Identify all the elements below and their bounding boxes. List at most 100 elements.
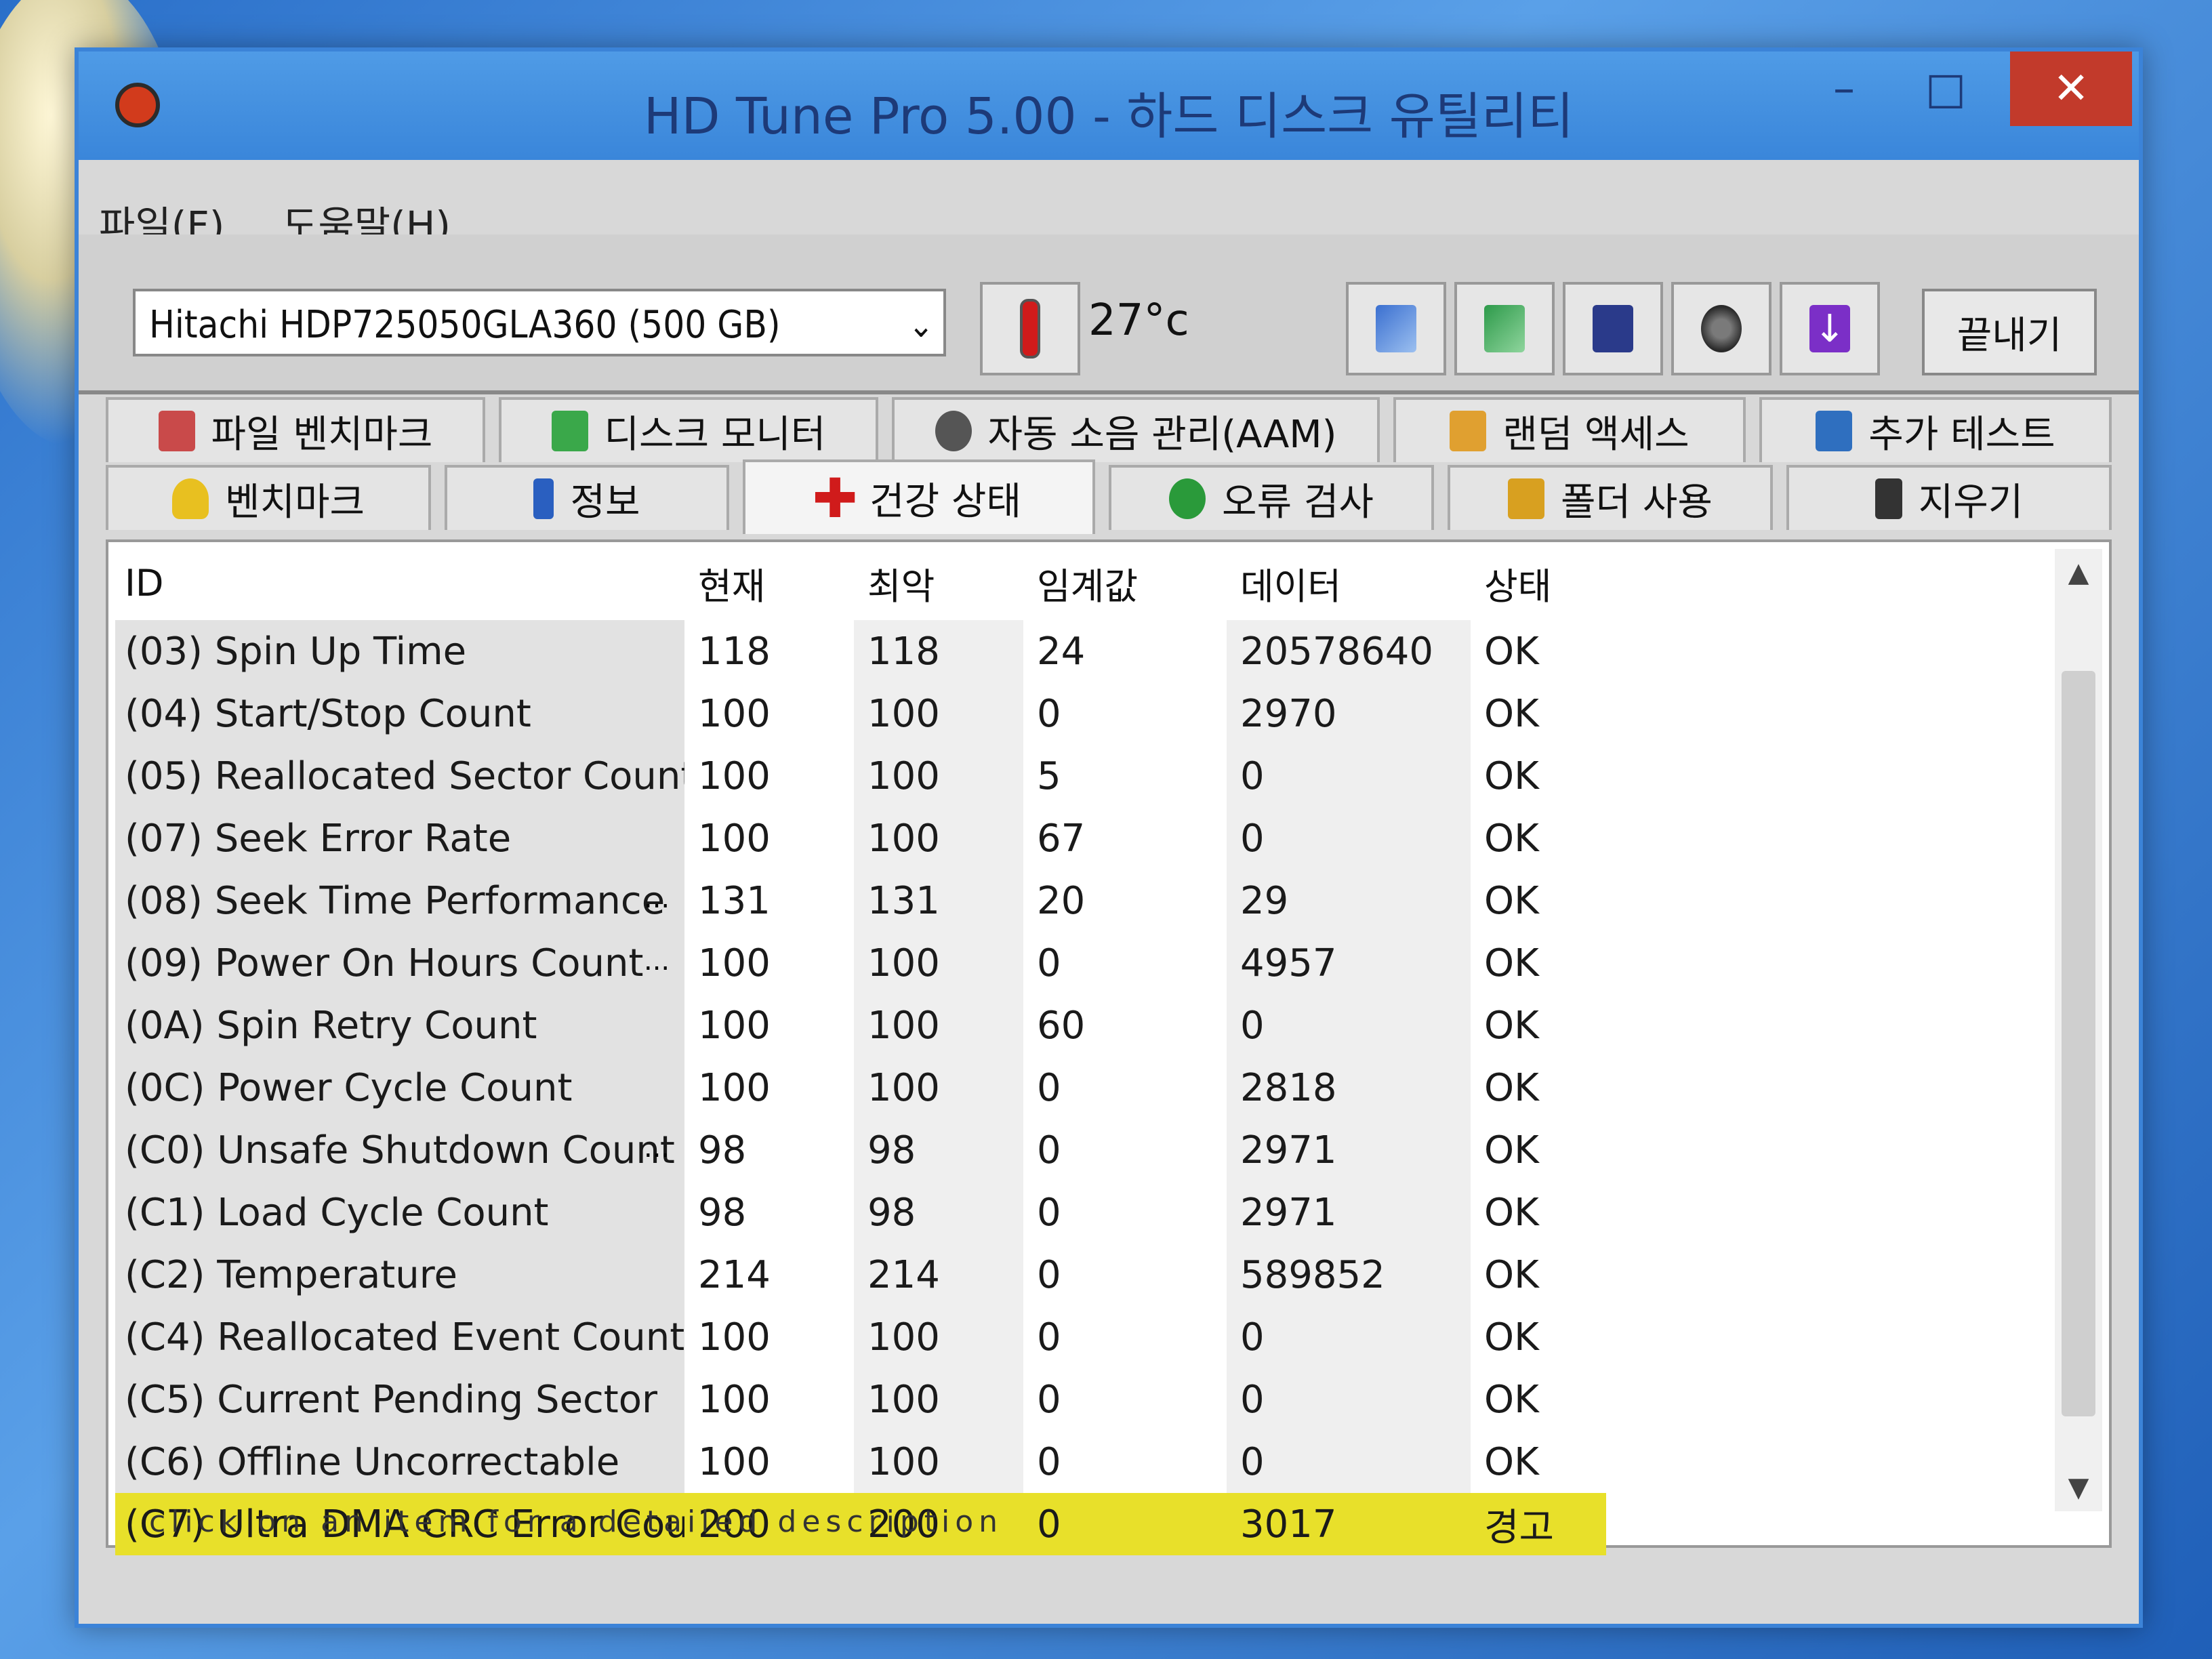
cell-id: (C4) Reallocated Event Count <box>115 1306 684 1368</box>
cell-status: OK <box>1484 1003 1539 1048</box>
table-row[interactable]: (C0) Unsafe Shutdown Count 98 98 0 2971 OK... <box>115 1119 2041 1181</box>
temperature-button[interactable] <box>980 282 1080 375</box>
cell-id: (C0) Unsafe Shutdown Count <box>115 1119 684 1181</box>
table-row[interactable]: (0A) Spin Retry Count 100 100 60 0 OK <box>115 994 2041 1057</box>
cell-current: 100 <box>698 691 771 736</box>
cell-id: (C5) Current Pending Sector <box>115 1368 684 1431</box>
tab-extra-tests[interactable]: 추가 테스트 <box>1759 397 2112 462</box>
tab-health[interactable]: ✚ 건강 상태 <box>743 459 1095 534</box>
table-row[interactable]: (04) Start/Stop Count 100 100 0 2970 OK <box>115 682 2041 745</box>
table-row[interactable]: (0C) Power Cycle Count 100 100 0 2818 OK <box>115 1057 2041 1119</box>
cell-threshold: 67 <box>1037 816 1086 861</box>
table-row[interactable]: (08) Seek Time Performance 131 131 20 29 OK..… <box>115 869 2041 932</box>
tab-label: 추가 테스트 <box>1868 412 2055 457</box>
table-row[interactable]: (C1) Load Cycle Count 98 98 0 2971 OK <box>115 1181 2041 1244</box>
cell-status: OK <box>1484 1439 1539 1484</box>
cell-threshold: 5 <box>1037 754 1061 798</box>
cell-data: 0 <box>1227 745 1471 807</box>
table-row[interactable]: (07) Seek Error Rate 100 100 67 0 OK <box>115 807 2041 869</box>
cell-threshold: 0 <box>1037 1190 1061 1235</box>
vertical-scrollbar[interactable]: ▲ ▼ <box>2055 549 2102 1511</box>
header-worst[interactable]: 최악 <box>867 549 935 617</box>
thermometer-icon <box>1020 299 1040 359</box>
tab-label: 폴더 사용 <box>1561 480 1713 525</box>
header-id[interactable]: ID <box>125 549 164 617</box>
scroll-thumb[interactable] <box>2062 671 2095 1416</box>
minimize-button[interactable]: – <box>1793 52 1895 126</box>
cell-worst: 100 <box>854 1368 1023 1431</box>
cell-data: 2970 <box>1227 682 1471 745</box>
save-button[interactable] <box>1563 282 1663 375</box>
scroll-down-icon[interactable]: ▼ <box>2055 1464 2102 1511</box>
cell-current: 100 <box>698 1003 771 1048</box>
tab-benchmark[interactable]: 벤치마크 <box>106 465 431 530</box>
close-button[interactable]: ✕ <box>2010 52 2132 126</box>
table-row[interactable]: (C5) Current Pending Sector 100 100 0 0 OK <box>115 1368 2041 1431</box>
cell-worst: 131 <box>854 869 1023 932</box>
cell-data: 0 <box>1227 807 1471 869</box>
tab-error-scan[interactable]: 오류 검사 <box>1109 465 1434 530</box>
cell-data: 2971 <box>1227 1119 1471 1181</box>
cell-threshold: 0 <box>1037 1377 1061 1422</box>
header-current[interactable]: 현재 <box>698 549 765 617</box>
cell-worst: 214 <box>854 1244 1023 1306</box>
tab-disk-monitor[interactable]: 디스크 모니터 <box>499 397 878 462</box>
header-data[interactable]: 데이터 <box>1240 549 1341 617</box>
options-button[interactable] <box>1671 282 1771 375</box>
cell-data: 589852 <box>1227 1244 1471 1306</box>
copy-screen-button[interactable] <box>1454 282 1555 375</box>
cell-status: OK <box>1484 1065 1539 1110</box>
table-row[interactable]: (C2) Temperature 214 214 0 589852 OK <box>115 1244 2041 1306</box>
download-button[interactable]: ↓ <box>1780 282 1880 375</box>
header-status[interactable]: 상태 <box>1484 549 1551 617</box>
cell-worst: 100 <box>854 682 1023 745</box>
info-icon <box>533 478 554 519</box>
table-row[interactable]: (09) Power On Hours Count 100 100 0 4957 OK..… <box>115 932 2041 994</box>
extra-tests-icon <box>1816 411 1853 451</box>
cell-status: OK <box>1484 878 1539 923</box>
copy-info-button[interactable] <box>1346 282 1446 375</box>
tab-label: 파일 벤치마크 <box>211 412 433 457</box>
cell-id: (0C) Power Cycle Count <box>115 1057 684 1119</box>
tab-label: 오류 검사 <box>1222 480 1374 525</box>
maximize-button[interactable]: □ <box>1895 52 1996 126</box>
cell-current: 100 <box>698 816 771 861</box>
cell-status: OK <box>1484 1128 1539 1172</box>
cell-worst: 98 <box>854 1181 1023 1244</box>
tab-info[interactable]: 정보 <box>445 465 729 530</box>
table-row[interactable]: (03) Spin Up Time 118 118 24 20578640 OK <box>115 620 2041 682</box>
menu-bar: 파일(F) 도움말(H) <box>79 160 2139 249</box>
tab-file-benchmark[interactable]: 파일 벤치마크 <box>106 397 485 462</box>
cell-status: OK <box>1484 629 1539 674</box>
cell-id: (C2) Temperature <box>115 1244 684 1306</box>
tab-aam[interactable]: 자동 소음 관리(AAM) <box>892 397 1380 462</box>
cell-threshold: 0 <box>1037 941 1061 985</box>
chevron-down-icon[interactable]: ⌄ <box>908 291 934 359</box>
table-row[interactable]: (C4) Reallocated Event Count 100 100 0 0 OK <box>115 1306 2041 1368</box>
drive-name: Hitachi HDP725050GLA360 (500 GB) <box>149 303 781 347</box>
cell-worst: 100 <box>854 994 1023 1057</box>
cell-worst: 98 <box>854 1119 1023 1181</box>
tab-folder-usage[interactable]: 폴더 사용 <box>1448 465 1773 530</box>
cell-data: 2818 <box>1227 1057 1471 1119</box>
truncation-ellipsis: ... <box>644 945 670 977</box>
cell-threshold: 20 <box>1037 878 1086 923</box>
tab-random-access[interactable]: 랜덤 액세스 <box>1393 397 1746 462</box>
cell-threshold: 0 <box>1037 1065 1061 1110</box>
table-row[interactable]: (05) Reallocated Sector Count 100 100 5 0 OK <box>115 745 2041 807</box>
title-bar[interactable]: HD Tune Pro 5.00 - 하드 디스크 유틸리티 – □ ✕ <box>79 52 2139 160</box>
speaker-icon <box>935 411 972 451</box>
cell-threshold: 24 <box>1037 629 1086 674</box>
table-row[interactable]: (C6) Offline Uncorrectable 100 100 0 0 OK <box>115 1431 2041 1493</box>
temperature-value: 27°c <box>1088 295 1189 346</box>
disk-monitor-icon <box>551 411 588 451</box>
tab-erase[interactable]: 지우기 <box>1786 465 2112 530</box>
header-threshold[interactable]: 임계값 <box>1037 549 1138 617</box>
drive-select[interactable]: Hitachi HDP725050GLA360 (500 GB) ⌄ <box>133 289 946 356</box>
cell-threshold: 0 <box>1037 1252 1061 1297</box>
scroll-up-icon[interactable]: ▲ <box>2055 549 2102 596</box>
hint-text: click on an item for a detailed descript… <box>149 1504 1004 1539</box>
exit-button[interactable]: 끝내기 <box>1922 289 2097 375</box>
hd-tune-window: HD Tune Pro 5.00 - 하드 디스크 유틸리티 – □ ✕ 파일(… <box>75 47 2143 1628</box>
cell-data: 3017 <box>1227 1493 1471 1555</box>
